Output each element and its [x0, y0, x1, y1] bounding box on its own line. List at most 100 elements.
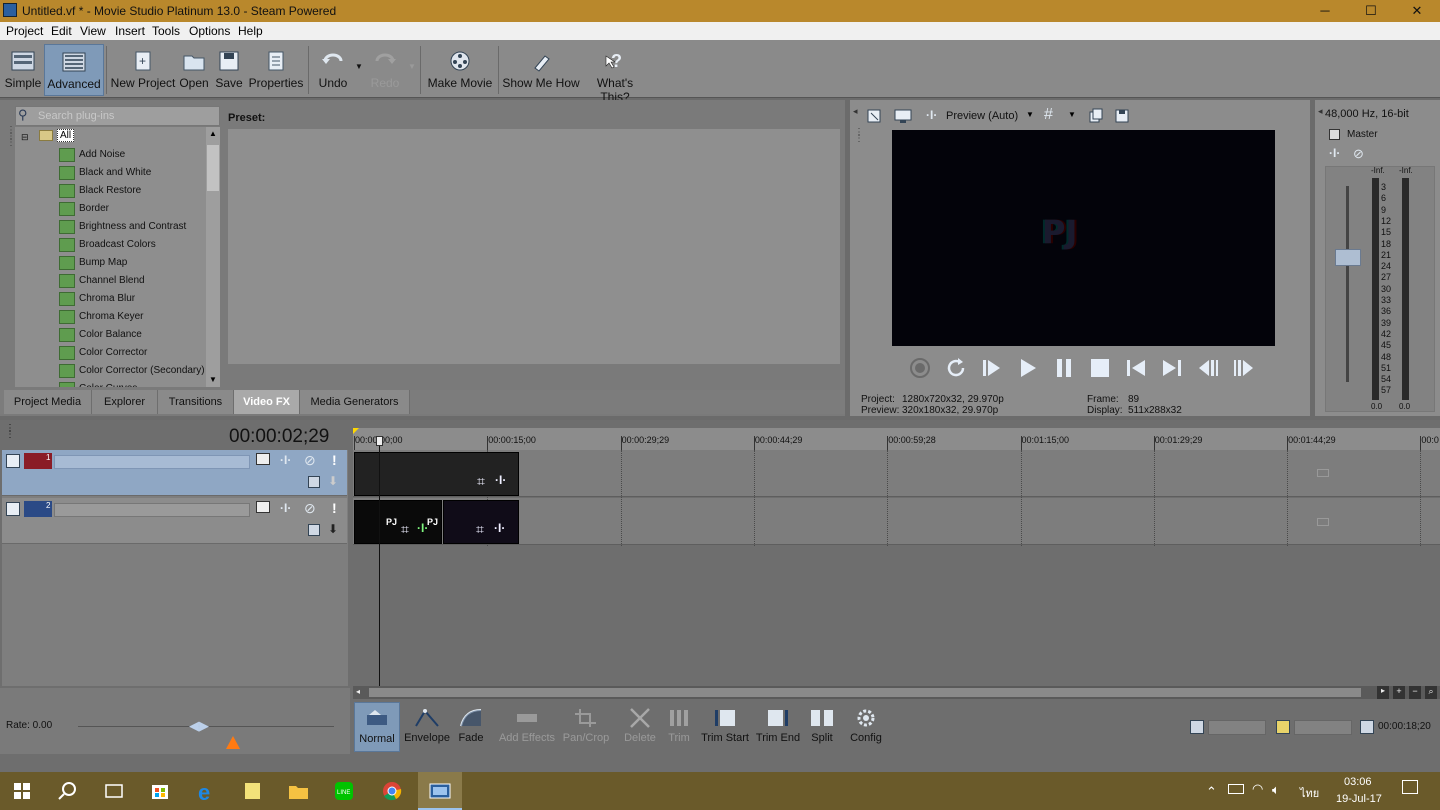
copy-snapshot-icon[interactable] [1088, 108, 1104, 124]
scroll-up-icon[interactable]: ▲ [206, 129, 220, 138]
search-icon[interactable] [52, 775, 84, 807]
tab-transitions[interactable]: Transitions [158, 390, 234, 414]
pan-crop-icon[interactable]: ⌗ [476, 521, 484, 538]
menu-view[interactable]: View [80, 24, 106, 38]
menu-options[interactable]: Options [189, 24, 230, 38]
fx-plugin-item[interactable]: Broadcast Colors [59, 236, 156, 254]
fx-plugin-item[interactable]: Color Corrector (Secondary) [59, 362, 205, 380]
video-clip-track2-a[interactable]: PJ PJ ⌗ ·I· [354, 500, 442, 544]
track-expand-icon[interactable] [6, 502, 20, 516]
pan-crop-icon[interactable]: ⌗ [477, 473, 485, 490]
zoom-in-icon[interactable]: + [1393, 686, 1405, 699]
windows-start-icon[interactable] [6, 775, 38, 807]
playhead-cursor[interactable] [379, 438, 380, 686]
zoom-tool-icon[interactable]: ⌕ [1425, 686, 1437, 699]
envelope-tool-button[interactable]: Envelope [402, 702, 452, 752]
fx-plugin-item[interactable]: Black Restore [59, 182, 141, 200]
track-header-1[interactable]: 1 ·I· ⊘ ! ⬇ [2, 450, 347, 496]
edge-browser-icon[interactable]: e [190, 775, 222, 807]
task-view-icon[interactable] [98, 775, 130, 807]
master-bus-icon[interactable] [1329, 129, 1340, 140]
undo-dropdown-icon[interactable]: ▼ [355, 62, 363, 71]
line-app-icon[interactable]: LINE [328, 775, 360, 807]
pause-icon[interactable] [1052, 356, 1076, 380]
menu-insert[interactable]: Insert [115, 24, 145, 38]
panel-arrow-icon[interactable]: ◂ [1318, 106, 1323, 117]
loop-playback-icon[interactable] [944, 356, 968, 380]
event-fx-icon[interactable]: ·I· [495, 473, 506, 487]
track-fx-icon[interactable]: ·I· [280, 453, 291, 467]
panel-arrow-icon[interactable]: ◂ [853, 106, 858, 117]
loop-end-field[interactable] [1294, 720, 1352, 735]
compositing-mode-icon[interactable] [308, 476, 320, 488]
trim-end-button[interactable]: Trim End [754, 702, 802, 752]
maximize-button[interactable]: ☐ [1348, 0, 1394, 22]
show-me-how-button[interactable]: Show Me How [502, 44, 580, 96]
show-hidden-icons-icon[interactable]: ⌃ [1206, 784, 1217, 800]
scroll-thumb[interactable] [369, 688, 1361, 697]
external-monitor-icon[interactable] [894, 108, 912, 124]
input-language-indicator[interactable]: ไทย [1300, 784, 1319, 802]
fx-plugin-item[interactable]: Color Curves [59, 380, 137, 387]
fx-plugin-item[interactable]: Bump Map [59, 254, 127, 272]
fx-plugin-item[interactable]: Chroma Blur [59, 290, 135, 308]
volume-icon[interactable]: 🔈︎ [1272, 782, 1280, 798]
fx-tree-root[interactable]: All [57, 129, 75, 142]
fx-tree[interactable]: ⊟ All Add Noise Black and White Black Rest… [15, 127, 207, 387]
tab-explorer[interactable]: Explorer [92, 390, 158, 414]
preview-quality-dropdown[interactable]: Preview (Auto) [946, 110, 1018, 122]
menu-edit[interactable]: Edit [51, 24, 72, 38]
mute-track-icon[interactable]: ⊘ [304, 452, 316, 469]
fx-plugin-item[interactable]: Black and White [59, 164, 151, 182]
track-expand-icon[interactable] [6, 454, 20, 468]
chrome-icon[interactable] [376, 775, 408, 807]
make-compositing-child-icon[interactable]: ⬇ [328, 522, 338, 536]
play-from-start-icon[interactable] [980, 356, 1004, 380]
chevron-down-icon[interactable]: ▼ [1026, 110, 1034, 119]
wifi-icon[interactable]: ◠ [1252, 781, 1263, 797]
track-name-field[interactable] [54, 455, 250, 469]
event-fx-icon[interactable]: ·I· [494, 521, 505, 535]
solo-track-icon[interactable]: ! [332, 452, 337, 468]
event-fx-icon[interactable]: ·I· [417, 521, 428, 535]
advanced-button[interactable]: Advanced [44, 44, 104, 96]
scroll-right-icon[interactable]: ▸ [1377, 686, 1389, 699]
menu-tools[interactable]: Tools [152, 24, 180, 38]
track-motion-icon[interactable] [256, 501, 270, 513]
movie-studio-icon[interactable] [424, 775, 456, 807]
timeline-horizontal-scrollbar[interactable]: ◂ ▸ + − ⌕ [353, 686, 1440, 699]
track-fx-icon[interactable]: ·I· [280, 501, 291, 515]
store-icon[interactable] [144, 775, 176, 807]
taskbar-clock-date[interactable]: 19-Jul-17 [1336, 793, 1382, 805]
stop-icon[interactable] [1088, 356, 1112, 380]
track-motion-icon[interactable] [256, 453, 270, 465]
tab-media-generators[interactable]: Media Generators [300, 390, 410, 414]
config-button[interactable]: Config [846, 702, 886, 752]
fx-plugin-item[interactable]: Border [59, 200, 109, 218]
loop-start-field[interactable] [1208, 720, 1266, 735]
scroll-left-icon[interactable]: ◂ [356, 687, 360, 696]
track-name-field[interactable] [54, 503, 250, 517]
properties-button[interactable]: Properties [248, 44, 304, 96]
save-snapshot-icon[interactable] [1114, 108, 1130, 124]
scroll-down-icon[interactable]: ▼ [206, 375, 220, 384]
go-to-start-icon[interactable] [1124, 356, 1148, 380]
menu-help[interactable]: Help [238, 24, 263, 38]
minimize-button[interactable]: ─ [1302, 0, 1348, 22]
preset-area[interactable] [227, 128, 841, 365]
video-clip-track2-b[interactable]: ⌗ ·I· [443, 500, 519, 544]
overlays-grid-icon[interactable]: # [1044, 106, 1053, 124]
play-icon[interactable] [1016, 356, 1040, 380]
simple-button[interactable]: Simple [4, 44, 42, 96]
make-compositing-child-icon[interactable]: ⬇ [328, 474, 338, 488]
fx-tree-scrollbar[interactable]: ▲ ▼ [206, 127, 220, 387]
make-movie-button[interactable]: Make Movie [426, 44, 494, 96]
compositing-mode-icon[interactable] [308, 524, 320, 536]
save-button[interactable]: Save [214, 44, 244, 96]
mute-icon[interactable]: ⊘ [1353, 146, 1364, 162]
mute-track-icon[interactable]: ⊘ [304, 500, 316, 517]
pan-crop-icon[interactable]: ⌗ [401, 521, 409, 538]
rate-marker-icon[interactable] [226, 736, 240, 749]
open-button[interactable]: Open [178, 44, 210, 96]
fx-plugin-item[interactable]: Channel Blend [59, 272, 145, 290]
